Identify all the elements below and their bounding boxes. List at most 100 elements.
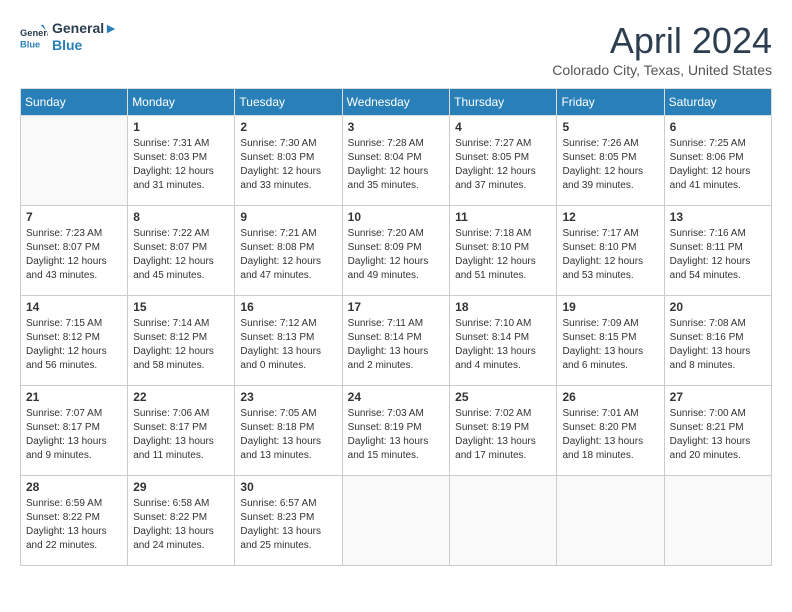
day-info: Sunrise: 6:59 AM Sunset: 8:22 PM Dayligh… <box>26 497 122 553</box>
day-number: 10 <box>348 210 445 224</box>
calendar-cell: 2 Sunrise: 7:30 AM Sunset: 8:03 PM Daylig… <box>235 116 342 206</box>
calendar-cell: 25Sunrise: 7:02 AM Sunset: 8:19 PM Dayli… <box>450 386 557 476</box>
day-number: 28 <box>26 480 122 494</box>
day-info: Sunrise: 7:14 AM Sunset: 8:12 PM Dayligh… <box>133 317 229 373</box>
day-info: Sunrise: 7:17 AM Sunset: 8:10 PM Dayligh… <box>562 227 658 283</box>
calendar-cell: 26Sunrise: 7:01 AM Sunset: 8:20 PM Dayli… <box>557 386 664 476</box>
weekday-header-tuesday: Tuesday <box>235 89 342 116</box>
weekday-header-thursday: Thursday <box>450 89 557 116</box>
week-row-0: 1 Sunrise: 7:31 AM Sunset: 8:03 PM Daylig… <box>21 116 772 206</box>
logo-line2: Blue <box>52 37 118 54</box>
location: Colorado City, Texas, United States <box>552 62 772 78</box>
calendar-cell: 11 Sunrise: 7:18 AM Sunset: 8:10 PM Dayli… <box>450 206 557 296</box>
day-info: Sunrise: 7:03 AM Sunset: 8:19 PM Dayligh… <box>348 407 445 463</box>
day-number: 12 <box>562 210 658 224</box>
day-info: Sunrise: 7:31 AM Sunset: 8:03 PM Dayligh… <box>133 137 229 193</box>
calendar-cell: 16 Sunrise: 7:12 AM Sunset: 8:13 PM Dayli… <box>235 296 342 386</box>
day-info: Sunrise: 7:28 AM Sunset: 8:04 PM Dayligh… <box>348 137 445 193</box>
day-info: Sunrise: 7:12 AM Sunset: 8:13 PM Dayligh… <box>240 317 336 373</box>
calendar-cell: 15 Sunrise: 7:14 AM Sunset: 8:12 PM Dayli… <box>128 296 235 386</box>
calendar-cell: 6 Sunrise: 7:25 AM Sunset: 8:06 PM Daylig… <box>664 116 771 206</box>
day-info: Sunrise: 7:02 AM Sunset: 8:19 PM Dayligh… <box>455 407 551 463</box>
day-number: 5 <box>562 120 658 134</box>
day-info: Sunrise: 7:07 AM Sunset: 8:17 PM Dayligh… <box>26 407 122 463</box>
day-info: Sunrise: 7:20 AM Sunset: 8:09 PM Dayligh… <box>348 227 445 283</box>
day-info: Sunrise: 7:16 AM Sunset: 8:11 PM Dayligh… <box>670 227 766 283</box>
calendar-cell: 30 Sunrise: 6:57 AM Sunset: 8:23 PM Dayli… <box>235 476 342 566</box>
day-info: Sunrise: 7:09 AM Sunset: 8:15 PM Dayligh… <box>562 317 658 373</box>
calendar-cell: 10 Sunrise: 7:20 AM Sunset: 8:09 PM Dayli… <box>342 206 450 296</box>
calendar-cell <box>342 476 450 566</box>
day-info: Sunrise: 7:30 AM Sunset: 8:03 PM Dayligh… <box>240 137 336 193</box>
month-year: April 2024 <box>552 20 772 62</box>
calendar-cell: 7Sunrise: 7:23 AM Sunset: 8:07 PM Daylig… <box>21 206 128 296</box>
day-info: Sunrise: 7:22 AM Sunset: 8:07 PM Dayligh… <box>133 227 229 283</box>
calendar-cell: 3 Sunrise: 7:28 AM Sunset: 8:04 PM Daylig… <box>342 116 450 206</box>
logo-icon: General Blue <box>20 23 48 51</box>
day-number: 24 <box>348 390 445 404</box>
day-number: 29 <box>133 480 229 494</box>
day-info: Sunrise: 7:08 AM Sunset: 8:16 PM Dayligh… <box>670 317 766 373</box>
calendar-cell: 23Sunrise: 7:05 AM Sunset: 8:18 PM Dayli… <box>235 386 342 476</box>
day-info: Sunrise: 7:01 AM Sunset: 8:20 PM Dayligh… <box>562 407 658 463</box>
title-section: April 2024 Colorado City, Texas, United … <box>552 20 772 78</box>
svg-text:General: General <box>20 28 48 38</box>
day-number: 11 <box>455 210 551 224</box>
day-number: 6 <box>670 120 766 134</box>
day-info: Sunrise: 6:57 AM Sunset: 8:23 PM Dayligh… <box>240 497 336 553</box>
calendar-cell <box>21 116 128 206</box>
calendar-cell: 13Sunrise: 7:16 AM Sunset: 8:11 PM Dayli… <box>664 206 771 296</box>
calendar: SundayMondayTuesdayWednesdayThursdayFrid… <box>20 88 772 566</box>
day-number: 4 <box>455 120 551 134</box>
day-number: 21 <box>26 390 122 404</box>
day-number: 19 <box>562 300 658 314</box>
calendar-cell: 20 Sunrise: 7:08 AM Sunset: 8:16 PM Dayli… <box>664 296 771 386</box>
day-info: Sunrise: 7:11 AM Sunset: 8:14 PM Dayligh… <box>348 317 445 373</box>
day-number: 3 <box>348 120 445 134</box>
calendar-cell: 28 Sunrise: 6:59 AM Sunset: 8:22 PM Dayli… <box>21 476 128 566</box>
week-row-4: 28 Sunrise: 6:59 AM Sunset: 8:22 PM Dayli… <box>21 476 772 566</box>
day-number: 14 <box>26 300 122 314</box>
week-row-2: 14Sunrise: 7:15 AM Sunset: 8:12 PM Dayli… <box>21 296 772 386</box>
calendar-cell: 21 Sunrise: 7:07 AM Sunset: 8:17 PM Dayli… <box>21 386 128 476</box>
day-number: 18 <box>455 300 551 314</box>
calendar-cell <box>557 476 664 566</box>
day-info: Sunrise: 7:10 AM Sunset: 8:14 PM Dayligh… <box>455 317 551 373</box>
day-number: 1 <box>133 120 229 134</box>
day-info: Sunrise: 7:26 AM Sunset: 8:05 PM Dayligh… <box>562 137 658 193</box>
day-info: Sunrise: 6:58 AM Sunset: 8:22 PM Dayligh… <box>133 497 229 553</box>
day-info: Sunrise: 7:21 AM Sunset: 8:08 PM Dayligh… <box>240 227 336 283</box>
day-number: 2 <box>240 120 336 134</box>
day-number: 15 <box>133 300 229 314</box>
calendar-cell <box>664 476 771 566</box>
calendar-cell: 12 Sunrise: 7:17 AM Sunset: 8:10 PM Dayli… <box>557 206 664 296</box>
day-info: Sunrise: 7:05 AM Sunset: 8:18 PM Dayligh… <box>240 407 336 463</box>
calendar-cell: 4 Sunrise: 7:27 AM Sunset: 8:05 PM Daylig… <box>450 116 557 206</box>
calendar-cell: 1 Sunrise: 7:31 AM Sunset: 8:03 PM Daylig… <box>128 116 235 206</box>
weekday-header-monday: Monday <box>128 89 235 116</box>
calendar-cell: 5 Sunrise: 7:26 AM Sunset: 8:05 PM Daylig… <box>557 116 664 206</box>
logo: General Blue General► Blue <box>20 20 118 54</box>
calendar-cell: 18 Sunrise: 7:10 AM Sunset: 8:14 PM Dayli… <box>450 296 557 386</box>
calendar-cell: 17Sunrise: 7:11 AM Sunset: 8:14 PM Dayli… <box>342 296 450 386</box>
day-info: Sunrise: 7:06 AM Sunset: 8:17 PM Dayligh… <box>133 407 229 463</box>
weekday-header-saturday: Saturday <box>664 89 771 116</box>
calendar-cell <box>450 476 557 566</box>
weekday-header-wednesday: Wednesday <box>342 89 450 116</box>
day-number: 30 <box>240 480 336 494</box>
day-number: 8 <box>133 210 229 224</box>
calendar-cell: 24 Sunrise: 7:03 AM Sunset: 8:19 PM Dayli… <box>342 386 450 476</box>
calendar-cell: 22 Sunrise: 7:06 AM Sunset: 8:17 PM Dayli… <box>128 386 235 476</box>
day-info: Sunrise: 7:25 AM Sunset: 8:06 PM Dayligh… <box>670 137 766 193</box>
calendar-cell: 9Sunrise: 7:21 AM Sunset: 8:08 PM Daylig… <box>235 206 342 296</box>
weekday-header-friday: Friday <box>557 89 664 116</box>
calendar-cell: 19 Sunrise: 7:09 AM Sunset: 8:15 PM Dayli… <box>557 296 664 386</box>
day-number: 27 <box>670 390 766 404</box>
logo-line1: General► <box>52 20 118 37</box>
day-number: 22 <box>133 390 229 404</box>
day-info: Sunrise: 7:18 AM Sunset: 8:10 PM Dayligh… <box>455 227 551 283</box>
day-info: Sunrise: 7:27 AM Sunset: 8:05 PM Dayligh… <box>455 137 551 193</box>
day-number: 20 <box>670 300 766 314</box>
week-row-3: 21 Sunrise: 7:07 AM Sunset: 8:17 PM Dayli… <box>21 386 772 476</box>
day-number: 16 <box>240 300 336 314</box>
